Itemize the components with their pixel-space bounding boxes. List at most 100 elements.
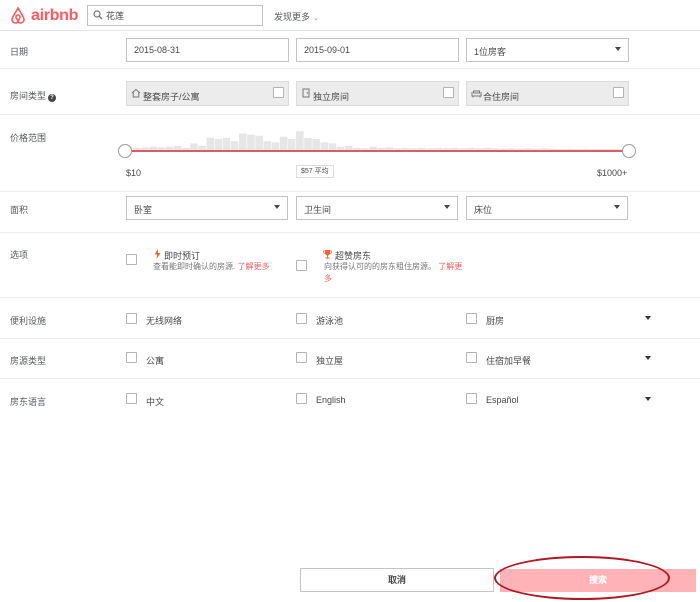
room-type-entire-home-label: 整套房子/公寓 — [143, 92, 200, 102]
search-input[interactable] — [106, 6, 256, 25]
guests-select[interactable]: 1位房客 — [466, 38, 629, 62]
beds-select[interactable]: 床位 — [466, 196, 628, 220]
dropdown-arrow-icon — [274, 205, 280, 209]
checkin-date-field[interactable]: 2015-08-31 — [126, 38, 289, 62]
logo-wordmark: airbnb — [31, 7, 79, 24]
amenity-pool-checkbox[interactable] — [296, 313, 307, 324]
property-house-label: 独立屋 — [316, 356, 344, 366]
histogram-bar — [263, 141, 272, 150]
price-max-handle[interactable] — [622, 144, 636, 158]
histogram-bar — [328, 143, 337, 150]
help-icon[interactable]: ? — [48, 94, 57, 102]
histogram-bar — [271, 142, 280, 150]
expand-caret-icon[interactable] — [645, 356, 651, 360]
dropdown-arrow-icon — [614, 205, 620, 209]
location-search[interactable] — [87, 5, 263, 26]
checkin-date-value: 2015-08-31 — [134, 45, 181, 55]
instant-book-checkbox[interactable] — [126, 254, 137, 265]
histogram-bar — [279, 136, 288, 150]
histogram-bar — [287, 139, 296, 150]
bathrooms-value: 卫生间 — [304, 205, 332, 215]
language-spanish-checkbox[interactable] — [466, 393, 477, 404]
price-min-handle[interactable] — [118, 144, 132, 158]
expand-caret-icon[interactable] — [645, 397, 651, 401]
language-english-checkbox[interactable] — [296, 393, 307, 404]
room-type-private-room-checkbox[interactable] — [443, 87, 454, 98]
house-icon — [131, 88, 141, 98]
room-type-private-room-label: 独立房间 — [313, 92, 350, 102]
histogram-bar — [304, 137, 312, 150]
amenity-kitchen-label: 厨房 — [486, 316, 505, 326]
superhost-checkbox[interactable] — [296, 260, 307, 271]
instant-book-description: 查看能即时确认的房源. 了解更多 — [153, 261, 269, 273]
bedrooms-select[interactable]: 卧室 — [126, 196, 288, 220]
amenities-label: 便利设施 — [10, 316, 47, 326]
dropdown-arrow-icon — [444, 205, 450, 209]
language-english-label: English — [316, 395, 346, 405]
room-type-shared-room[interactable]: 合住房间 — [466, 81, 629, 106]
histogram-bar — [320, 142, 329, 150]
language-chinese-checkbox[interactable] — [126, 393, 137, 404]
lightning-icon — [154, 249, 161, 259]
couch-icon — [471, 90, 482, 98]
expand-caret-icon[interactable] — [645, 316, 651, 320]
instant-book-learn-more-link[interactable]: 了解更多 — [237, 262, 269, 271]
histogram-bar — [214, 139, 223, 150]
room-type-label-text: 房间类型 — [10, 91, 47, 101]
checkout-date-value: 2015-09-01 — [304, 45, 351, 55]
cancel-button[interactable]: 取消 — [300, 568, 494, 592]
door-icon — [302, 88, 310, 98]
beds-value: 床位 — [474, 205, 493, 215]
discover-more-label: 发现更多 — [274, 12, 311, 22]
price-label: 价格范围 — [10, 133, 47, 143]
chevron-down-icon: ⌄ — [313, 15, 319, 22]
checkout-date-field[interactable]: 2015-09-01 — [296, 38, 459, 62]
price-min-label: $10 — [126, 168, 142, 178]
room-type-shared-room-checkbox[interactable] — [613, 87, 624, 98]
discover-more-menu[interactable]: 发现更多 ⌄ — [274, 10, 319, 23]
dropdown-arrow-icon — [615, 47, 621, 51]
bathrooms-select[interactable]: 卫生间 — [296, 196, 458, 220]
histogram-bar — [230, 141, 239, 150]
language-spanish-label: Español — [486, 395, 519, 405]
histogram-bar — [296, 131, 304, 150]
amenity-wifi-label: 无线网络 — [146, 316, 183, 326]
airbnb-belo-icon — [11, 6, 25, 24]
superhost-description: 向获得认可的的房东租住房源。 了解更多 — [324, 261, 464, 285]
property-apartment-checkbox[interactable] — [126, 352, 137, 363]
language-chinese-label: 中文 — [146, 397, 165, 407]
property-house-checkbox[interactable] — [296, 352, 307, 363]
histogram-bar — [239, 133, 247, 150]
superhost-learn-more-link[interactable]: 了解更 — [438, 262, 462, 271]
property-apartment-label: 公寓 — [146, 356, 165, 366]
superhost-learn-more-link-cont[interactable]: 多 — [324, 274, 332, 283]
property-type-row: 房源类型 — [0, 339, 700, 379]
dates-label: 日期 — [10, 47, 29, 57]
airbnb-logo[interactable]: airbnb — [10, 6, 79, 26]
price-histogram — [125, 128, 630, 150]
trophy-icon — [323, 250, 332, 259]
property-bnb-label: 住宿加早餐 — [486, 356, 532, 366]
size-label: 面积 — [10, 205, 29, 215]
host-language-label: 房东语言 — [10, 397, 47, 407]
host-language-row: 房东语言 — [0, 379, 700, 419]
property-bnb-checkbox[interactable] — [466, 352, 477, 363]
price-slider-track[interactable] — [125, 150, 630, 152]
room-type-private-room[interactable]: 独立房间 — [296, 81, 459, 106]
histogram-bar — [206, 137, 214, 150]
room-type-entire-home[interactable]: 整套房子/公寓 — [126, 81, 289, 106]
room-type-entire-home-checkbox[interactable] — [273, 87, 284, 98]
histogram-bar — [247, 134, 255, 150]
price-average-badge: $57 平均 — [296, 165, 334, 178]
search-icon — [93, 10, 103, 20]
amenity-wifi-checkbox[interactable] — [126, 313, 137, 324]
amenity-pool-label: 游泳池 — [316, 316, 344, 326]
guests-value: 1位房客 — [474, 47, 507, 57]
price-row: 价格范围 — [0, 115, 700, 192]
amenity-kitchen-checkbox[interactable] — [466, 313, 477, 324]
property-type-label: 房源类型 — [10, 356, 47, 366]
histogram-bar — [190, 143, 198, 150]
instant-book-desc-text: 查看能即时确认的房源. — [153, 262, 236, 271]
room-type-label: 房间类型? — [10, 89, 57, 102]
histogram-bar — [222, 137, 231, 150]
